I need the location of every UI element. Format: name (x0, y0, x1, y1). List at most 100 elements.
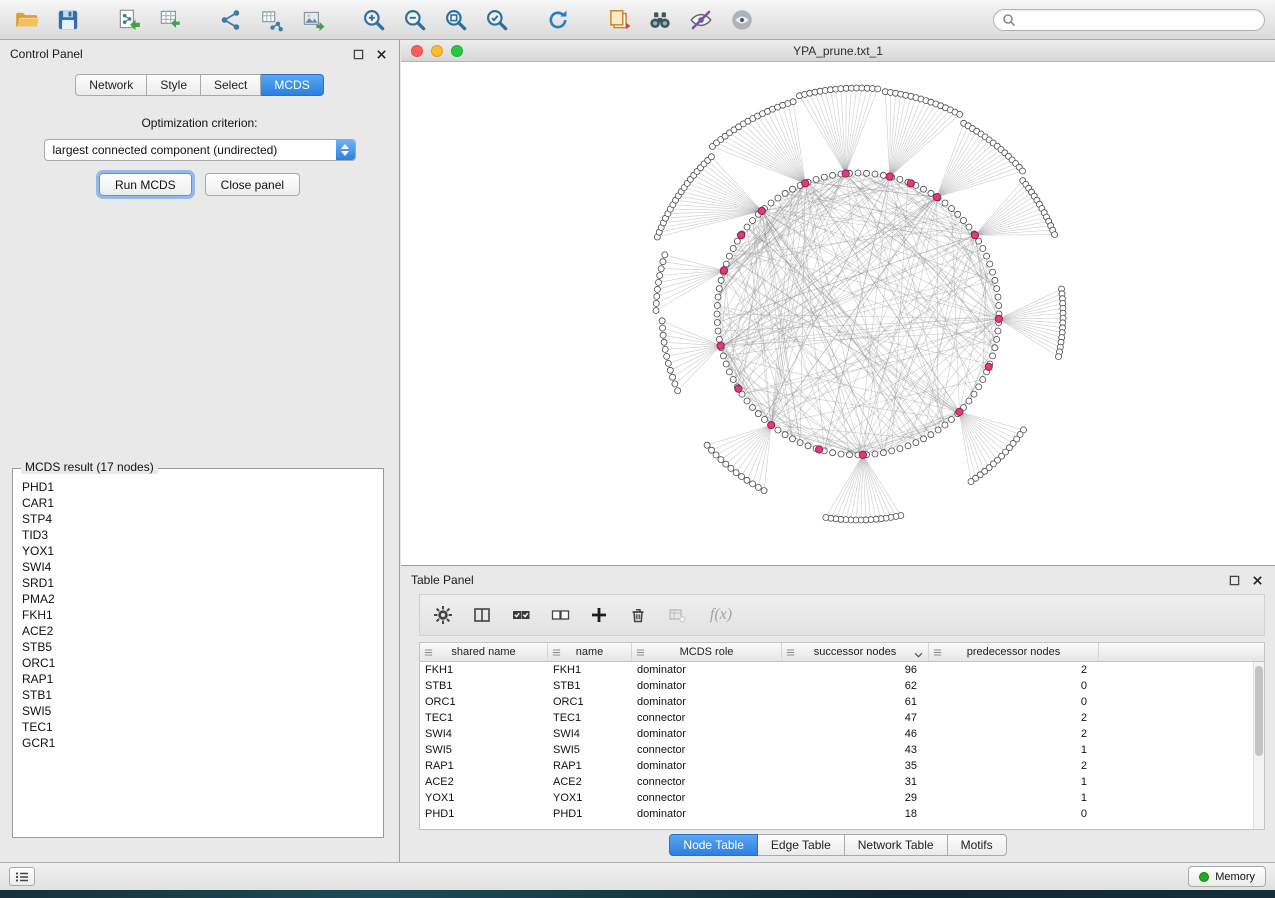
tab-motifs[interactable]: Motifs (948, 834, 1007, 856)
table-cell: SWI4 (548, 726, 632, 742)
table-cell: 1 (929, 790, 1099, 806)
table-cell: dominator (632, 662, 782, 678)
show-hide-graphics-icon[interactable] (725, 4, 759, 36)
mcds-result-item[interactable]: GCR1 (13, 735, 383, 751)
save-session-icon[interactable] (51, 4, 85, 36)
refresh-layout-icon[interactable] (541, 4, 575, 36)
table-row[interactable]: ORC1ORC1dominator610 (420, 694, 1264, 710)
scrollbar-thumb[interactable] (1255, 666, 1263, 756)
zoom-selected-icon[interactable] (480, 4, 514, 36)
table-cell: ORC1 (420, 694, 548, 710)
minimize-window-icon[interactable] (431, 45, 443, 57)
import-network-file-icon[interactable] (112, 4, 146, 36)
deselect-all-icon[interactable] (549, 604, 571, 626)
table-body: FKH1FKH1dominator962STB1STB1dominator620… (420, 662, 1264, 822)
table-row[interactable]: RAP1RAP1dominator352 (420, 758, 1264, 774)
mcds-result-item[interactable]: FKH1 (13, 607, 383, 623)
network-titlebar[interactable]: YPA_prune.txt_1 (401, 40, 1275, 62)
tab-network[interactable]: Network (75, 74, 147, 96)
add-column-icon[interactable] (588, 604, 610, 626)
mcds-result-item[interactable]: STP4 (13, 511, 383, 527)
table-row[interactable]: SWI5SWI5connector431 (420, 742, 1264, 758)
mcds-result-item[interactable]: SWI4 (13, 559, 383, 575)
control-panel: Control Panel Network Style Select MCDS … (0, 40, 400, 862)
column-header-shared-name[interactable]: shared name (420, 643, 548, 661)
mcds-result-title: MCDS result (17 nodes) (21, 460, 158, 474)
table-cell: 18 (782, 806, 929, 822)
fx-label: f(x) (710, 606, 732, 624)
table-cell: ACE2 (548, 774, 632, 790)
column-header-mcds-role[interactable]: MCDS role (632, 643, 782, 661)
table-row[interactable]: STB1STB1dominator620 (420, 678, 1264, 694)
new-network-icon[interactable] (214, 4, 248, 36)
new-network-table-icon[interactable] (255, 4, 289, 36)
table-cell: 1 (929, 742, 1099, 758)
table-row[interactable]: YOX1YOX1connector291 (420, 790, 1264, 806)
maximize-window-icon[interactable] (451, 45, 463, 57)
chevron-down-icon (914, 649, 923, 661)
mcds-result-item[interactable]: YOX1 (13, 543, 383, 559)
select-all-icon[interactable] (510, 604, 532, 626)
tab-mcds[interactable]: MCDS (261, 74, 323, 96)
columns-icon[interactable] (471, 604, 493, 626)
table-cell: ACE2 (420, 774, 548, 790)
mcds-result-item[interactable]: PMA2 (13, 591, 383, 607)
mcds-result-item[interactable]: PHD1 (13, 479, 383, 495)
export-image-icon[interactable] (296, 4, 330, 36)
close-table-panel-icon[interactable] (1249, 572, 1265, 588)
search-binoculars-icon[interactable] (643, 4, 677, 36)
open-file-icon[interactable] (10, 4, 44, 36)
mcds-result-item[interactable]: RAP1 (13, 671, 383, 687)
zoom-in-icon[interactable] (357, 4, 391, 36)
table-cell: 47 (782, 710, 929, 726)
tab-style[interactable]: Style (147, 74, 201, 96)
run-mcds-button[interactable]: Run MCDS (99, 173, 192, 196)
search-input[interactable] (1021, 13, 1256, 27)
close-panel-button[interactable]: Close panel (205, 173, 300, 196)
mcds-result-item[interactable]: CAR1 (13, 495, 383, 511)
mcds-result-item[interactable]: SRD1 (13, 575, 383, 591)
mcds-result-item[interactable]: STB5 (13, 639, 383, 655)
toggle-graphics-details-icon[interactable] (684, 4, 718, 36)
table-row[interactable]: SWI4SWI4dominator462 (420, 726, 1264, 742)
gear-icon[interactable] (432, 604, 454, 626)
zoom-out-icon[interactable] (398, 4, 432, 36)
memory-button[interactable]: Memory (1188, 866, 1266, 887)
clone-network-icon[interactable] (602, 4, 636, 36)
table-cell: SWI4 (420, 726, 548, 742)
zoom-fit-icon[interactable] (439, 4, 473, 36)
mcds-result-item[interactable]: STB1 (13, 687, 383, 703)
node-table: shared name name MCDS role successor nod… (419, 642, 1265, 830)
table-cell: connector (632, 774, 782, 790)
column-header-predecessor-nodes[interactable]: predecessor nodes (929, 643, 1099, 661)
delete-column-icon[interactable] (627, 604, 649, 626)
criterion-select[interactable]: largest connected component (undirected) (44, 139, 356, 161)
column-sort-icon (424, 648, 433, 660)
close-panel-icon[interactable] (373, 46, 389, 62)
table-vertical-scrollbar[interactable] (1253, 662, 1264, 829)
column-header-name[interactable]: name (548, 643, 632, 661)
float-table-panel-icon[interactable] (1226, 572, 1242, 588)
table-row[interactable]: ACE2ACE2connector311 (420, 774, 1264, 790)
table-cell: 31 (782, 774, 929, 790)
close-window-icon[interactable] (411, 45, 423, 57)
column-header-successor-nodes[interactable]: successor nodes (782, 643, 929, 661)
import-table-file-icon[interactable] (153, 4, 187, 36)
tab-select[interactable]: Select (201, 74, 261, 96)
mcds-result-item[interactable]: ORC1 (13, 655, 383, 671)
float-panel-icon[interactable] (350, 46, 366, 62)
network-canvas[interactable] (401, 62, 1275, 565)
tab-network-table[interactable]: Network Table (845, 834, 948, 856)
control-panel-title: Control Panel (10, 47, 83, 61)
table-row[interactable]: TEC1TEC1connector472 (420, 710, 1264, 726)
tab-node-table[interactable]: Node Table (669, 834, 758, 856)
mcds-result-item[interactable]: SWI5 (13, 703, 383, 719)
show-panels-icon[interactable] (9, 867, 35, 886)
mcds-result-item[interactable]: TID3 (13, 527, 383, 543)
mcds-result-list[interactable]: PHD1CAR1STP4TID3YOX1SWI4SRD1PMA2FKH1ACE2… (12, 468, 384, 838)
tab-edge-table[interactable]: Edge Table (758, 834, 845, 856)
table-row[interactable]: PHD1PHD1dominator180 (420, 806, 1264, 822)
table-row[interactable]: FKH1FKH1dominator962 (420, 662, 1264, 678)
mcds-result-item[interactable]: TEC1 (13, 719, 383, 735)
mcds-result-item[interactable]: ACE2 (13, 623, 383, 639)
